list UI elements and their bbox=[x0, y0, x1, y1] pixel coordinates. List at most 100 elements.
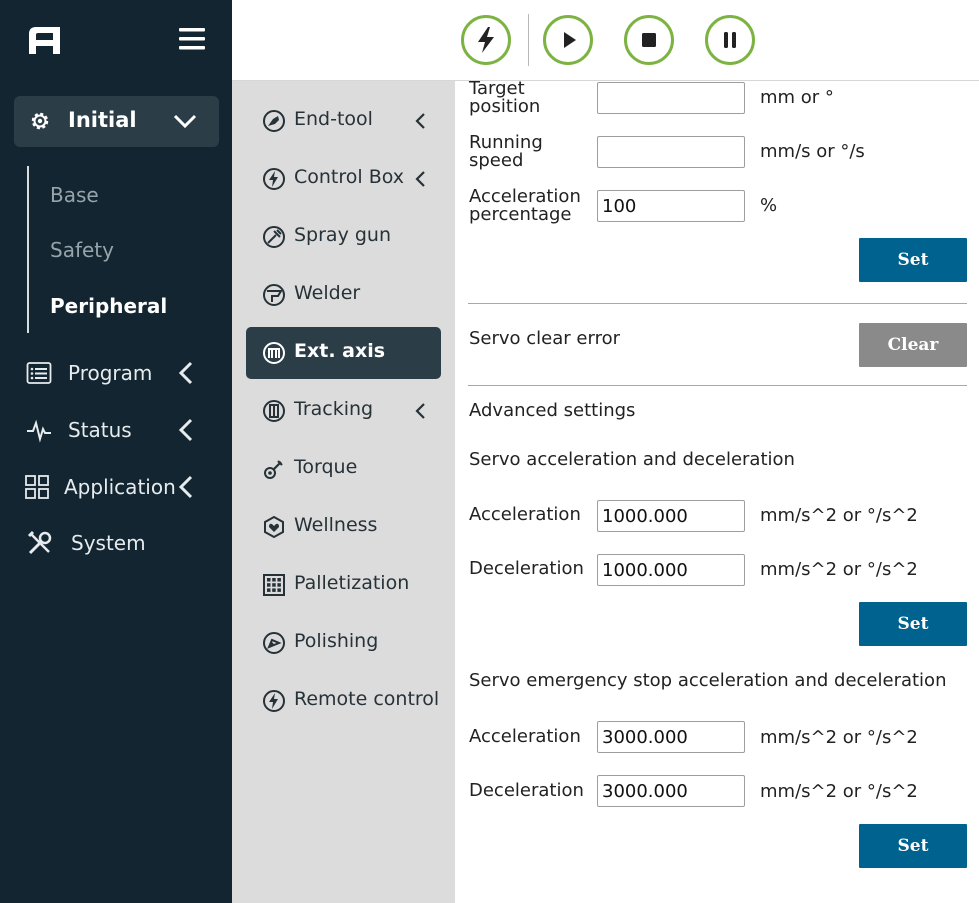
running-speed-label: Running speed bbox=[469, 134, 543, 170]
target-position-unit: mm or ° bbox=[760, 87, 834, 108]
brand-logo bbox=[29, 27, 60, 54]
estop-deceleration-unit: mm/s^2 or °/s^2 bbox=[760, 781, 918, 802]
welder-icon bbox=[263, 284, 285, 306]
main-sidebar: Initial Base Safety Peripheral Program S… bbox=[0, 0, 232, 903]
set-estop-button[interactable]: Set bbox=[859, 824, 967, 868]
acceleration-percentage-unit: % bbox=[760, 195, 778, 216]
chevron-left-icon bbox=[415, 113, 425, 129]
running-speed-unit: mm/s or °/s bbox=[760, 141, 865, 162]
submenu-item-label: Spray gun bbox=[294, 224, 392, 246]
nav-item-status[interactable]: Status bbox=[0, 413, 232, 449]
remote-control-icon bbox=[263, 690, 285, 712]
submenu-item-spray-gun[interactable]: Spray gun bbox=[246, 211, 441, 263]
submenu-item-tracking[interactable]: Tracking bbox=[246, 385, 441, 437]
tools-icon bbox=[27, 530, 52, 555]
submenu-item-label: Ext. axis bbox=[294, 340, 386, 362]
grid-icon bbox=[25, 475, 49, 499]
tracking-icon bbox=[263, 400, 285, 422]
acceleration-percentage-label: Acceleration percentage bbox=[469, 188, 581, 224]
servo-acceleration-unit: mm/s^2 or °/s^2 bbox=[760, 505, 918, 526]
submenu-item-label: Welder bbox=[294, 282, 361, 304]
submenu-item-wellness[interactable]: Wellness bbox=[246, 501, 441, 553]
chevron-left-icon bbox=[415, 403, 425, 419]
hamburger-menu-icon[interactable] bbox=[178, 26, 206, 52]
submenu-item-control-box[interactable]: Control Box bbox=[246, 153, 441, 205]
torque-icon bbox=[264, 460, 283, 479]
section-divider bbox=[468, 303, 967, 304]
servo-deceleration-unit: mm/s^2 or °/s^2 bbox=[760, 559, 918, 580]
chevron-down-icon bbox=[173, 114, 197, 129]
nav-initial[interactable]: Initial bbox=[14, 96, 219, 147]
polishing-icon bbox=[263, 632, 285, 654]
play-button[interactable] bbox=[543, 15, 593, 65]
enable-button[interactable] bbox=[461, 15, 511, 65]
submenu-item-remote-control[interactable]: Remote control bbox=[246, 675, 441, 727]
servo-deceleration-label: Deceleration bbox=[469, 558, 584, 579]
advanced-settings-heading: Advanced settings bbox=[469, 400, 636, 421]
submenu-item-label: End-tool bbox=[294, 108, 373, 130]
stop-icon bbox=[642, 33, 656, 47]
estop-deceleration-input[interactable] bbox=[597, 775, 745, 807]
submenu-item-label: Remote control bbox=[294, 688, 440, 710]
submenu-item-ext-axis[interactable]: Ext. axis bbox=[246, 327, 441, 379]
nav-item-status-label: Status bbox=[68, 418, 132, 442]
submenu-indicator-line bbox=[27, 166, 29, 333]
label-line: percentage bbox=[469, 204, 572, 225]
set-motion-button[interactable]: Set bbox=[859, 238, 967, 282]
estop-deceleration-label: Deceleration bbox=[469, 780, 584, 801]
pause-button[interactable] bbox=[705, 15, 755, 65]
target-position-input[interactable] bbox=[597, 82, 745, 114]
submenu-item-welder[interactable]: Welder bbox=[246, 269, 441, 321]
chevron-left-icon bbox=[178, 418, 193, 442]
nav-item-program-label: Program bbox=[68, 361, 153, 385]
submenu-item-label: Torque bbox=[294, 456, 358, 478]
submenu-item-label: Polishing bbox=[294, 630, 379, 652]
play-icon bbox=[564, 32, 576, 48]
palletization-icon bbox=[263, 574, 285, 596]
wellness-icon bbox=[264, 515, 284, 539]
lightning-icon bbox=[478, 27, 494, 53]
running-speed-input[interactable] bbox=[597, 136, 745, 168]
chevron-left-icon bbox=[178, 475, 193, 499]
nav-item-system-label: System bbox=[71, 531, 146, 555]
end-tool-icon bbox=[263, 110, 285, 132]
toolbar-separator bbox=[528, 14, 529, 66]
servo-acceleration-input[interactable] bbox=[597, 500, 745, 532]
submenu-item-torque[interactable]: Torque bbox=[246, 443, 441, 495]
pulse-icon bbox=[27, 419, 51, 443]
top-toolbar bbox=[232, 0, 979, 81]
nav-item-application[interactable]: Application bbox=[0, 470, 232, 506]
submenu-item-label: Wellness bbox=[294, 514, 378, 536]
control-box-icon bbox=[263, 168, 285, 190]
estop-acceleration-input[interactable] bbox=[597, 721, 745, 753]
set-servo-accel-button[interactable]: Set bbox=[859, 602, 967, 646]
servo-deceleration-input[interactable] bbox=[597, 554, 745, 586]
pause-icon bbox=[724, 32, 736, 48]
submenu-item-palletization[interactable]: Palletization bbox=[246, 559, 441, 611]
ext-axis-icon bbox=[263, 342, 285, 364]
submenu-item-label: Tracking bbox=[294, 398, 374, 420]
submenu-item-label: Palletization bbox=[294, 572, 410, 594]
nav-item-program[interactable]: Program bbox=[0, 356, 232, 392]
list-icon bbox=[26, 362, 52, 384]
servo-accel-decel-title: Servo acceleration and deceleration bbox=[469, 449, 795, 470]
nav-initial-label: Initial bbox=[68, 108, 137, 132]
stop-button[interactable] bbox=[624, 15, 674, 65]
servo-estop-title: Servo emergency stop acceleration and de… bbox=[469, 670, 947, 691]
estop-acceleration-label: Acceleration bbox=[469, 726, 581, 747]
clear-button[interactable]: Clear bbox=[859, 323, 967, 367]
estop-acceleration-unit: mm/s^2 or °/s^2 bbox=[760, 727, 918, 748]
chevron-left-icon bbox=[178, 361, 193, 385]
nav-sub-base[interactable]: Base bbox=[50, 183, 99, 207]
section-divider bbox=[468, 385, 967, 386]
nav-item-application-label: Application bbox=[64, 475, 176, 499]
nav-sub-peripheral[interactable]: Peripheral bbox=[50, 294, 167, 318]
servo-acceleration-label: Acceleration bbox=[469, 504, 581, 525]
acceleration-percentage-input[interactable] bbox=[597, 190, 745, 222]
nav-sub-safety[interactable]: Safety bbox=[50, 238, 114, 262]
nav-item-system[interactable]: System bbox=[0, 526, 232, 562]
submenu-item-label: Control Box bbox=[294, 166, 405, 188]
gear-icon bbox=[31, 112, 49, 130]
submenu-item-polishing[interactable]: Polishing bbox=[246, 617, 441, 669]
submenu-item-end-tool[interactable]: End-tool bbox=[246, 95, 441, 147]
